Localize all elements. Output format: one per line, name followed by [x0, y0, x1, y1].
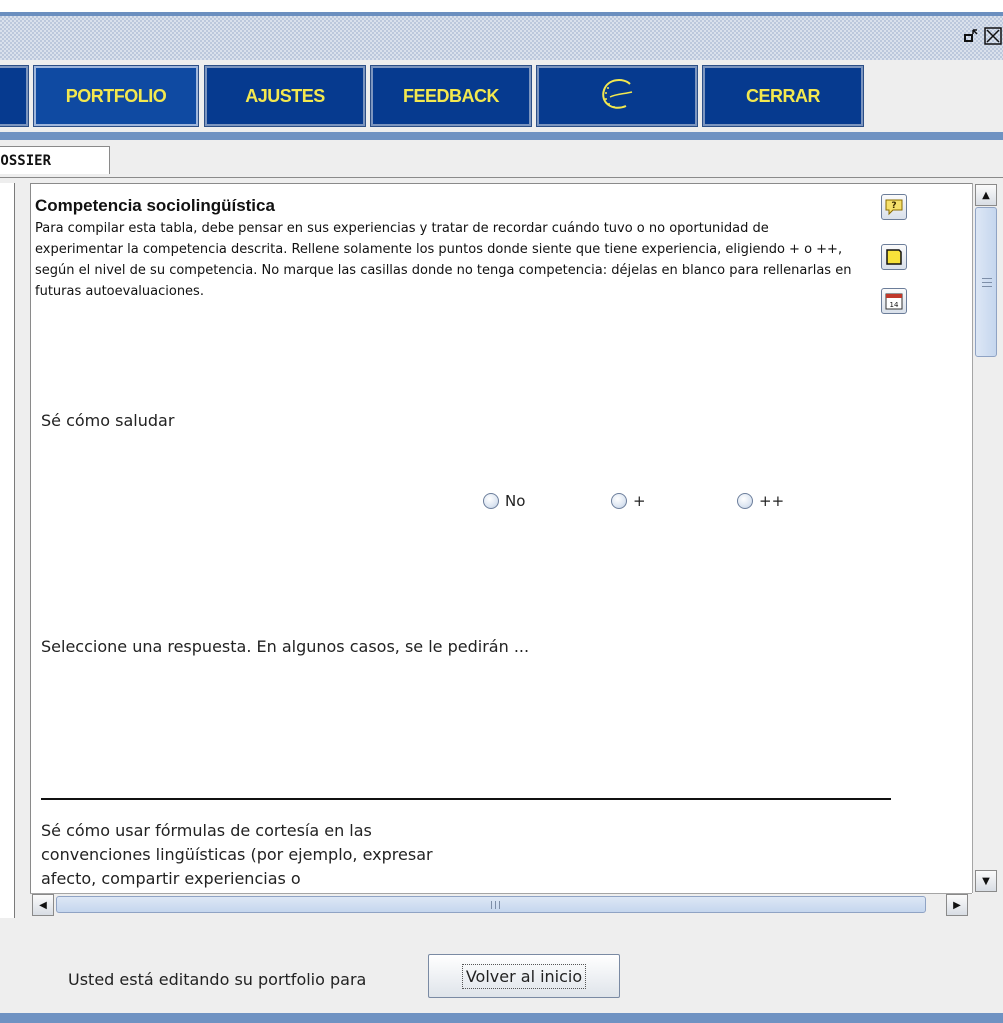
question-divider [41, 798, 891, 800]
option-plusplus-label: ++ [759, 492, 785, 510]
radio-plus[interactable] [611, 493, 627, 509]
svg-text:?: ? [891, 201, 896, 211]
nav-feedback-button[interactable]: FEEDBACK [370, 65, 532, 127]
nav-button-offscreen[interactable] [0, 65, 29, 127]
instructions-text: Para compilar esta tabla, debe pensar en… [35, 221, 852, 299]
horizontal-scrollbar[interactable]: ◀ ▶ [30, 893, 972, 916]
tab-divider [0, 177, 1003, 178]
help-icon[interactable]: ? [881, 194, 907, 220]
nav-council-of-europe-button[interactable] [536, 65, 698, 127]
radio-plusplus[interactable] [737, 493, 753, 509]
option-no[interactable]: No [483, 492, 525, 510]
tab-dossier-label: DOSSIER [0, 152, 52, 169]
scroll-up-icon[interactable]: ▲ [975, 184, 997, 206]
main-navigation: PORTFOLIO AJUSTES FEEDBACK CERRAR [0, 60, 1003, 132]
nav-ajustes-label: AJUSTES [245, 85, 325, 106]
scroll-down-icon[interactable]: ▼ [975, 870, 997, 892]
editing-status-label: Usted está editando su portfolio para [68, 970, 367, 989]
scroll-right-icon[interactable]: ▶ [946, 894, 968, 916]
nav-portfolio-label: PORTFOLIO [65, 85, 167, 106]
option-no-label: No [505, 492, 526, 510]
back-to-start-label: Volver al inicio [461, 963, 587, 989]
question-greeting: Sé cómo saludar [41, 411, 175, 430]
window-controls [961, 24, 1003, 48]
nav-cerrar-button[interactable]: CERRAR [702, 65, 864, 127]
tab-dossier[interactable]: DOSSIER [0, 146, 110, 174]
nav-ajustes-button[interactable]: AJUSTES [204, 65, 366, 127]
vertical-scroll-thumb[interactable] [975, 207, 997, 357]
vertical-scrollbar[interactable]: ▲ ▼ [972, 183, 1000, 893]
option-plusplus[interactable]: ++ [737, 492, 784, 510]
nav-feedback-label: FEEDBACK [402, 85, 500, 106]
nav-cerrar-label: CERRAR [745, 85, 821, 106]
nav-separator [0, 132, 1003, 140]
calendar-icon[interactable]: 14 [881, 288, 907, 314]
option-plus-label: + [633, 492, 646, 510]
tab-row: DOSSIER [0, 140, 1003, 178]
back-to-start-button[interactable]: Volver al inicio [428, 954, 620, 998]
content-viewport[interactable]: Competencia sociolingüística Para compil… [30, 183, 973, 894]
council-of-europe-logo-icon [602, 79, 633, 109]
svg-text:14: 14 [890, 301, 899, 309]
top-strip [0, 0, 1003, 12]
nav-portfolio-button[interactable]: PORTFOLIO [33, 65, 199, 127]
note-icon[interactable] [881, 244, 907, 270]
left-panel-edge [0, 183, 15, 943]
answer-hint: Seleccione una respuesta. En algunos cas… [41, 637, 530, 656]
scroll-left-icon[interactable]: ◀ [32, 894, 54, 916]
restore-icon[interactable] [961, 25, 981, 47]
radio-no[interactable] [483, 493, 499, 509]
option-plus[interactable]: + [611, 492, 646, 510]
footer-panel: Usted está editando su portfolio para Vo… [0, 918, 1003, 1013]
close-icon[interactable] [983, 25, 1003, 47]
horizontal-scroll-thumb[interactable] [56, 896, 926, 913]
section-heading: Competencia sociolingüística [35, 196, 275, 215]
window-title-bar[interactable] [0, 12, 1003, 60]
bottom-accent-bar [0, 1013, 1003, 1023]
question-courtesy: Sé cómo usar fórmulas de cortesía en las… [41, 821, 433, 888]
